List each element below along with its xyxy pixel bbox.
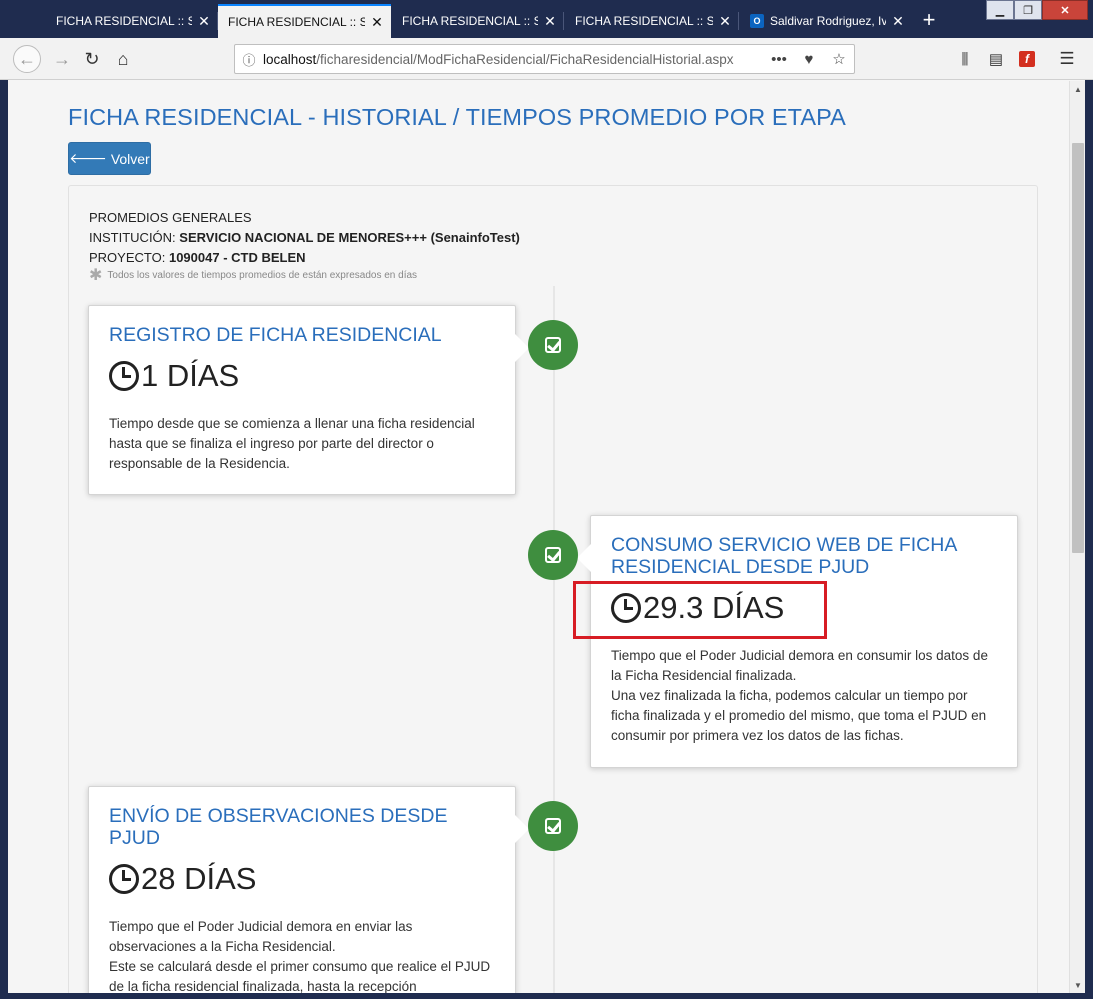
tab-title: FICHA RESIDENCIAL :: Ser — [402, 14, 538, 28]
page-viewport: FICHA RESIDENCIAL - HISTORIAL / TIEMPOS … — [8, 81, 1069, 993]
tab-close-icon[interactable]: ✕ — [890, 13, 906, 30]
stage-value-row: 28 DÍAS — [109, 859, 495, 899]
stage-check-badge — [528, 801, 578, 851]
home-icon[interactable]: ⌂ — [109, 45, 137, 73]
tab-title: FICHA RESIDENCIAL :: Ser — [228, 15, 365, 29]
units-note: ✱ Todos los valores de tiempos promedios… — [89, 268, 520, 284]
stage-value-row: 1 DÍAS — [109, 356, 495, 396]
browser-tab-1[interactable]: FICHA RESIDENCIAL :: Ser ✕ — [46, 4, 218, 38]
page-scrollbar[interactable]: ▲ ▼ — [1069, 81, 1085, 993]
project-value: 1090047 - CTD BELEN — [168, 250, 306, 265]
timeline-line — [553, 286, 555, 993]
stage-title: ENVÍO DE OBSERVACIONES DESDE PJUD — [109, 805, 448, 849]
browser-tab-5[interactable]: O Saldivar Rodriguez, Iv ✕ — [740, 4, 912, 38]
tab-title: Saldivar Rodriguez, Iv — [770, 14, 886, 28]
stage-card-consumo: CONSUMO SERVICIO WEB DE FICHA RESIDENCIA… — [577, 515, 1018, 768]
hamburger-menu-icon[interactable]: ☰ — [1056, 49, 1078, 69]
library-icon[interactable]: ⫼ — [954, 49, 976, 69]
stage-value: 1 DÍAS — [141, 358, 240, 393]
volver-button[interactable]: 🡐 Volver — [68, 142, 151, 175]
minimize-icon[interactable]: ▁ — [986, 0, 1014, 20]
browser-tab-3[interactable]: FICHA RESIDENCIAL :: Ser ✕ — [392, 4, 564, 38]
clock-icon — [109, 864, 139, 894]
back-arrow-icon[interactable]: ← — [13, 45, 41, 73]
check-square-icon — [545, 818, 561, 834]
sidebar-icon[interactable]: ▤ — [985, 49, 1007, 69]
institution-row: INSTITUCIÓN: SERVICIO NACIONAL DE MENORE… — [89, 228, 520, 248]
stage-card-observaciones: ENVÍO DE OBSERVACIONES DESDE PJUD 28 DÍA… — [88, 786, 529, 993]
stage-description-line-1: Tiempo que el Poder Judicial demora en e… — [109, 919, 413, 954]
url-host: localhost — [263, 51, 317, 67]
url-path: /ficharesidencial/ModFichaResidencial/Fi… — [316, 51, 734, 67]
stage-check-badge — [528, 320, 578, 370]
stage-title: CONSUMO SERVICIO WEB DE FICHA RESIDENCIA… — [611, 534, 957, 578]
stage-check-badge — [528, 530, 578, 580]
flash-icon[interactable]: f — [1019, 51, 1035, 67]
stage-description: Tiempo que el Poder Judicial demora en c… — [611, 646, 997, 746]
units-note-text: Todos los valores de tiempos promedios d… — [107, 270, 418, 281]
institution-value: SERVICIO NACIONAL DE MENORES+++ (Senainf… — [179, 230, 520, 245]
browser-navbar: ← → ↻ ⌂ ⓘ localhost/ficharesidencial/Mod… — [0, 38, 1093, 80]
volver-button-label: Volver — [110, 150, 150, 167]
browser-tab-4[interactable]: FICHA RESIDENCIAL :: Ser ✕ — [565, 4, 739, 38]
browser-titlebar: FICHA RESIDENCIAL :: Ser ✕ FICHA RESIDEN… — [0, 0, 1093, 38]
site-info-icon[interactable]: ⓘ — [235, 50, 263, 69]
tab-title: FICHA RESIDENCIAL :: Ser — [575, 14, 713, 28]
reload-icon[interactable]: ↻ — [78, 45, 106, 73]
stage-description-line-2: Una vez finalizada la ficha, podemos cal… — [611, 688, 987, 743]
window-frame-bottom — [0, 993, 1093, 999]
scroll-down-icon[interactable]: ▼ — [1070, 977, 1086, 993]
window-close-icon[interactable]: ✕ — [1042, 0, 1088, 20]
forward-arrow-icon[interactable]: → — [48, 45, 76, 73]
window-frame-right — [1085, 80, 1093, 999]
red-highlight-box — [573, 581, 827, 639]
maximize-icon[interactable]: ❐ — [1014, 0, 1042, 20]
outlook-icon: O — [750, 14, 764, 28]
page-actions-icon[interactable]: ••• — [764, 51, 794, 68]
stage-description: Tiempo que el Poder Judicial demora en e… — [109, 917, 495, 993]
clock-icon — [109, 361, 139, 391]
window-controls: ▁ ❐ ✕ — [986, 0, 1088, 20]
new-tab-plus-icon[interactable]: + — [916, 8, 942, 34]
url-text[interactable]: localhost/ficharesidencial/ModFichaResid… — [263, 52, 764, 67]
address-bar[interactable]: ⓘ localhost/ficharesidencial/ModFichaRes… — [234, 44, 855, 74]
scroll-up-icon[interactable]: ▲ — [1070, 81, 1086, 97]
asterisk-icon: ✱ — [89, 267, 103, 284]
scroll-thumb[interactable] — [1072, 143, 1084, 553]
project-label: PROYECTO: — [89, 250, 166, 265]
window-frame-left — [0, 80, 8, 999]
stage-title: REGISTRO DE FICHA RESIDENCIAL — [109, 324, 442, 346]
check-square-icon — [545, 337, 561, 353]
stage-description-line-2: Este se calculará desde el primer consum… — [109, 959, 491, 993]
stage-description: Tiempo desde que se comienza a llenar un… — [109, 416, 475, 471]
stage-card-registro: REGISTRO DE FICHA RESIDENCIAL 1 DÍAS Tie… — [88, 305, 529, 495]
stage-value: 28 DÍAS — [141, 861, 257, 896]
institution-label: INSTITUCIÓN: — [89, 230, 176, 245]
check-square-icon — [545, 547, 561, 563]
browser-tab-2-active[interactable]: FICHA RESIDENCIAL :: Ser ✕ — [218, 4, 391, 38]
stage-description-line-1: Tiempo que el Poder Judicial demora en c… — [611, 648, 988, 683]
page-title: FICHA RESIDENCIAL - HISTORIAL / TIEMPOS … — [68, 104, 846, 130]
summary-heading: PROMEDIOS GENERALES — [89, 210, 252, 225]
summary-info: PROMEDIOS GENERALES INSTITUCIÓN: SERVICI… — [89, 208, 520, 284]
tab-close-icon[interactable]: ✕ — [369, 14, 385, 31]
tab-close-icon[interactable]: ✕ — [542, 13, 558, 30]
project-row: PROYECTO: 1090047 - CTD BELEN — [89, 248, 520, 268]
tab-close-icon[interactable]: ✕ — [717, 13, 733, 30]
arrow-left-icon: 🡐 — [69, 150, 107, 166]
tab-title: FICHA RESIDENCIAL :: Ser — [56, 14, 192, 28]
pocket-icon[interactable]: ♥ — [794, 51, 824, 68]
timeline-panel: PROMEDIOS GENERALES INSTITUCIÓN: SERVICI… — [68, 185, 1038, 993]
bookmark-star-icon[interactable]: ☆ — [824, 50, 854, 68]
tab-close-icon[interactable]: ✕ — [196, 13, 212, 30]
